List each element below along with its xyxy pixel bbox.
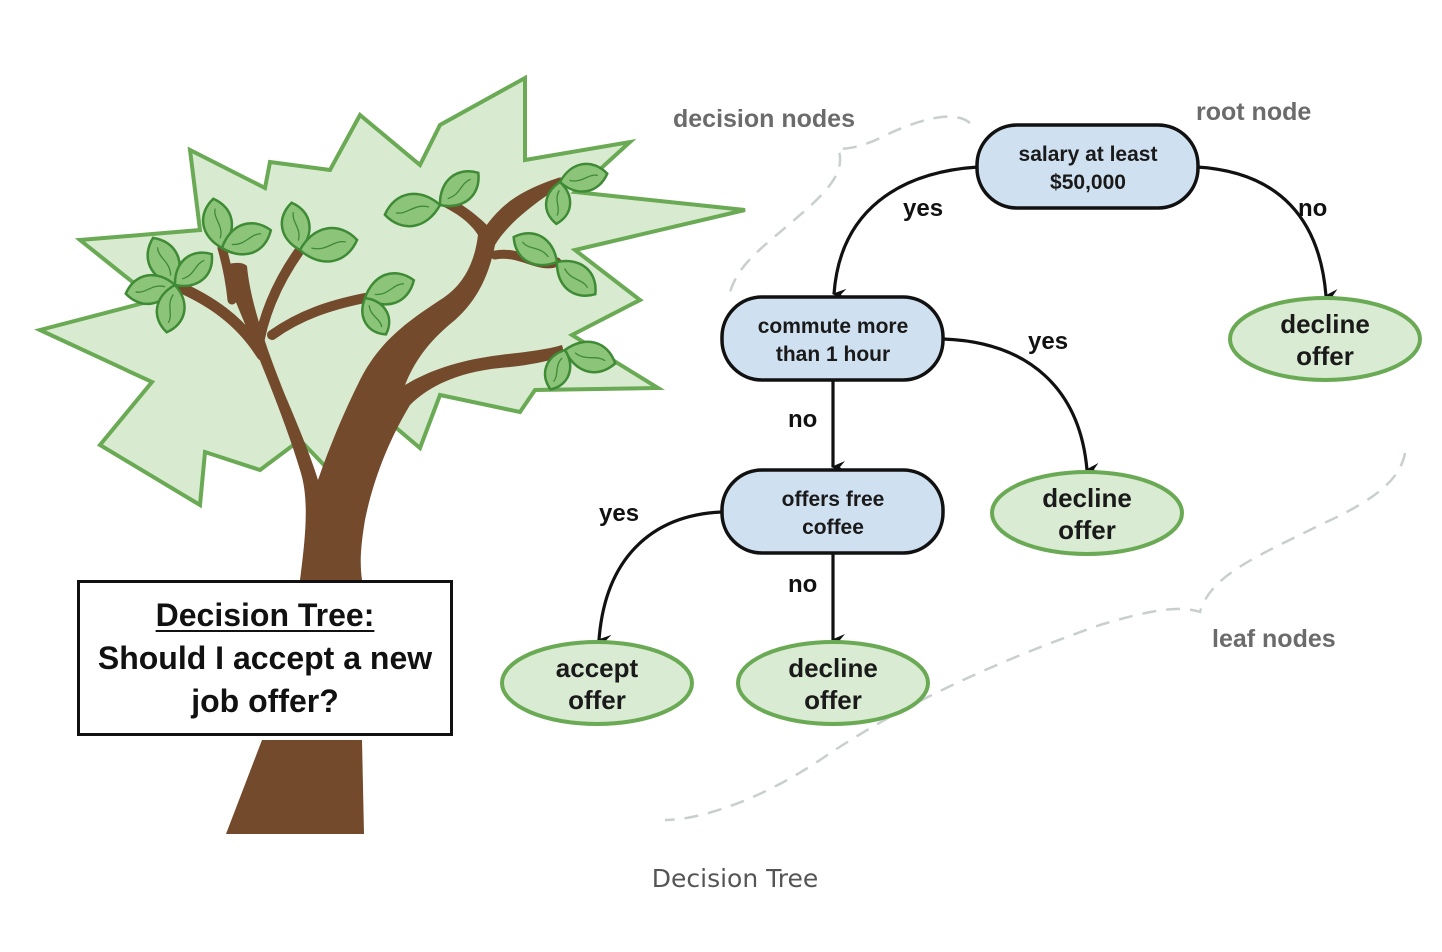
edge-label-salary-no: no	[1298, 195, 1327, 222]
edge-label-commute-yes: yes	[1028, 328, 1068, 355]
annotation-leaf-nodes: leaf nodes	[1212, 625, 1336, 653]
leaf-node-root-no: decline offer	[1228, 296, 1422, 382]
node-label-line2: than 1 hour	[776, 343, 890, 366]
leaf-node-coffee-yes: accept offer	[500, 640, 694, 726]
edge-label-commute-no: no	[788, 406, 817, 433]
leaf-label-line2: offer	[804, 685, 862, 715]
leaf-label-line1: decline	[788, 653, 878, 683]
annotation-root-node: root node	[1196, 98, 1311, 126]
annotation-decision-nodes: decision nodes	[673, 105, 855, 133]
leaf-label-line1: decline	[1042, 483, 1132, 513]
figure-caption: Decision Tree	[651, 864, 819, 893]
leaf-label-line2: offer	[1296, 341, 1354, 371]
sign-question-line1: Should I accept a new	[97, 639, 433, 676]
sign-title: Decision Tree:	[155, 596, 375, 633]
node-label-line2: coffee	[802, 516, 864, 539]
title-sign: Decision Tree: Should I accept a new job…	[77, 580, 453, 736]
sign-question-line2: job offer?	[191, 682, 339, 719]
leaf-node-commute-yes: decline offer	[990, 470, 1184, 556]
edge-coffee-yes	[597, 510, 723, 647]
leaf-label-line2: offer	[1058, 515, 1116, 545]
decision-node-coffee: offers free coffee	[720, 468, 945, 555]
leaf-node-coffee-no: decline offer	[736, 640, 930, 726]
node-label-line2: $50,000	[1050, 171, 1126, 194]
node-label-line1: salary at least	[1019, 143, 1158, 166]
tree-trunk-lower	[226, 740, 364, 834]
edge-salary-yes	[832, 165, 979, 301]
decision-tree-diagram: yes no yes no yes no salary at least $50…	[34, 74, 1422, 834]
edge-salary-no	[1196, 165, 1339, 302]
decision-node-commute: commute more than 1 hour	[720, 295, 945, 382]
leaf-label-line2: offer	[568, 685, 626, 715]
decision-node-salary: salary at least $50,000	[975, 123, 1200, 210]
edge-label-coffee-yes: yes	[599, 500, 639, 527]
node-label-line1: offers free	[782, 488, 885, 511]
leaf-label-line1: decline	[1280, 309, 1370, 339]
edge-label-salary-yes: yes	[903, 195, 943, 222]
node-label-line1: commute more	[758, 315, 909, 338]
leaf-label-line1: accept	[556, 653, 639, 683]
edges	[597, 165, 1339, 647]
edge-label-coffee-no: no	[788, 571, 817, 598]
edge-commute-yes	[942, 337, 1100, 475]
